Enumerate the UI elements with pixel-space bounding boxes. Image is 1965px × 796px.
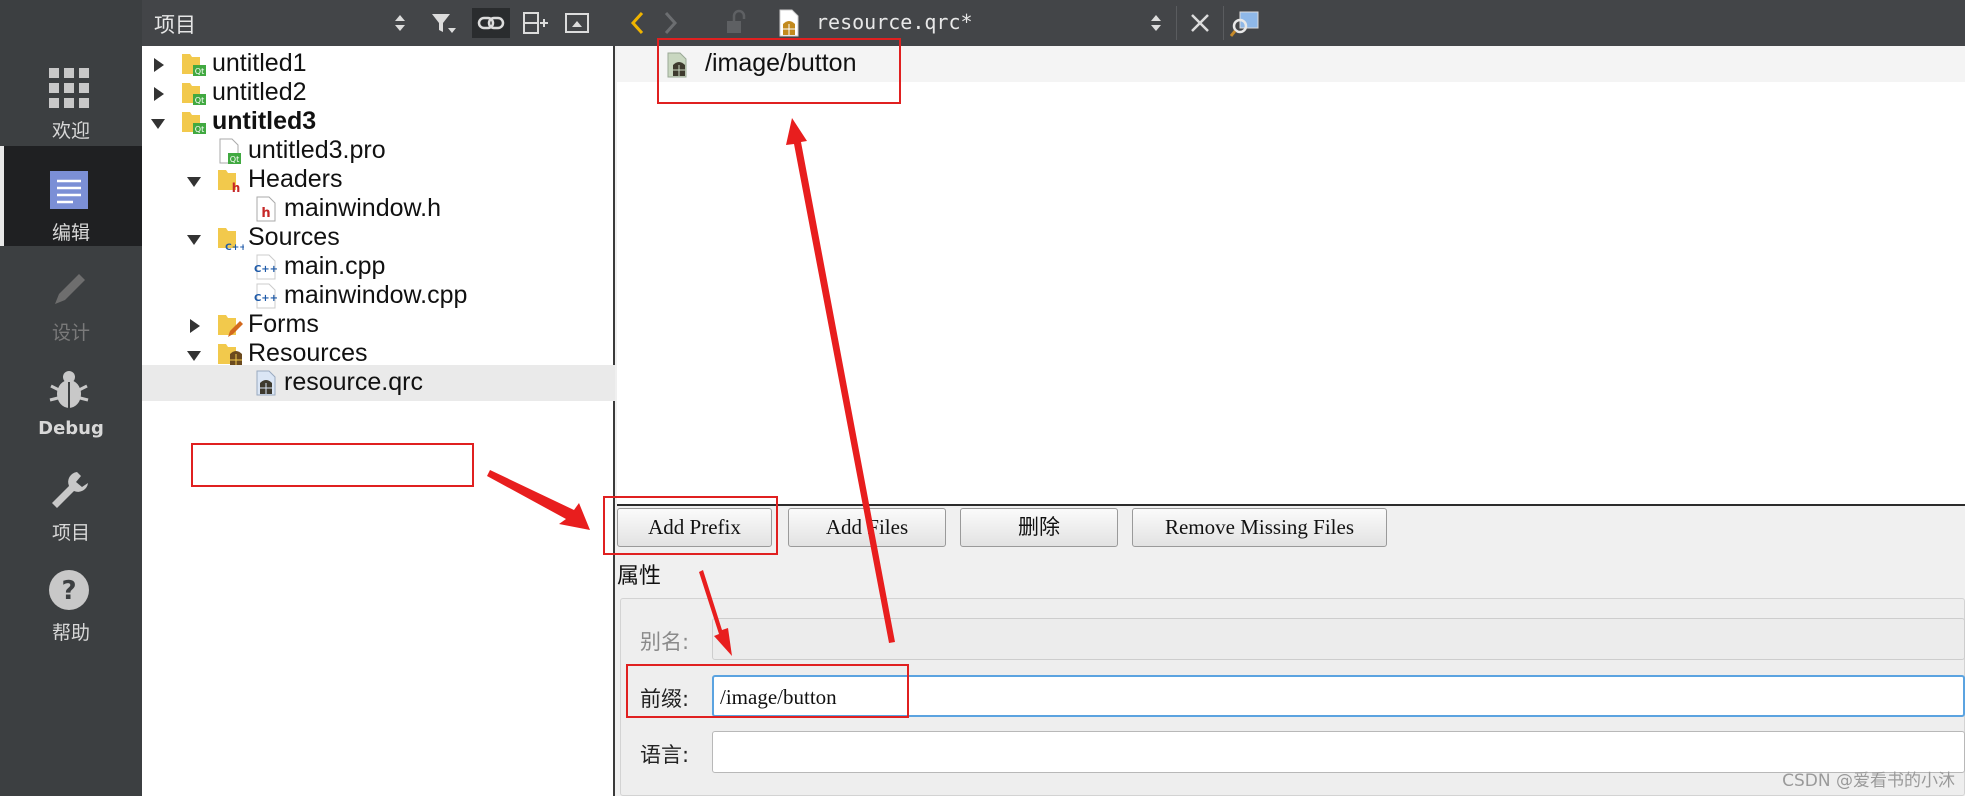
qt-project-folder-icon: Qt	[182, 112, 206, 134]
add-files-button[interactable]: Add Files	[788, 508, 946, 547]
alias-label: 别名:	[640, 630, 690, 654]
remove-missing-files-button[interactable]: Remove Missing Files	[1132, 508, 1387, 547]
annotation-box-prefix-field	[626, 664, 909, 718]
tree-item-label: untitled2	[212, 78, 307, 106]
expand-arrow-icon[interactable]	[154, 58, 164, 72]
expand-arrow-icon[interactable]	[154, 87, 164, 101]
mode-project-label: 项目	[51, 522, 90, 544]
svg-text:?: ?	[61, 576, 76, 606]
watermark: CSDN @爱看书的小沐	[1782, 771, 1955, 791]
mode-help-label: 帮助	[51, 622, 90, 644]
mode-design[interactable]: 设计	[0, 246, 142, 346]
lock-icon[interactable]	[721, 8, 751, 38]
tree-item-label: mainwindow.cpp	[284, 281, 468, 309]
tree-item-label: mainwindow.h	[284, 194, 442, 222]
mode-debug[interactable]: Debug	[0, 346, 142, 446]
mode-help[interactable]: ? 帮助	[0, 546, 142, 646]
toolbar-separator	[1223, 6, 1224, 40]
back-icon[interactable]	[627, 8, 649, 38]
mode-design-label: 设计	[51, 322, 90, 344]
mode-edit-label: 编辑	[51, 222, 90, 244]
tree-item-label: main.cpp	[284, 252, 386, 280]
sources-folder-icon: C++	[218, 228, 244, 252]
expand-arrow-icon[interactable]	[190, 319, 200, 333]
close-sidebar-icon[interactable]	[562, 8, 592, 38]
qt-project-folder-icon: Qt	[182, 83, 206, 105]
qt-project-folder-icon: Qt	[182, 54, 206, 76]
collapse-arrow-icon[interactable]	[187, 351, 201, 361]
pencil-icon	[55, 274, 85, 304]
link-icon[interactable]	[472, 8, 510, 38]
mode-project[interactable]: 项目	[0, 446, 142, 546]
tree-item-label: Sources	[248, 223, 340, 251]
alias-field[interactable]	[712, 618, 1965, 660]
svg-text:h: h	[261, 206, 270, 221]
split-view-icon[interactable]	[1230, 8, 1262, 38]
qt-pro-file-icon: Qt	[219, 138, 241, 164]
question-icon: ?	[49, 570, 89, 610]
annotation-box-resource-qrc	[191, 443, 474, 487]
wrench-icon	[52, 472, 88, 508]
tree-item-label: untitled1	[212, 49, 307, 77]
mode-debug-label: Debug	[38, 418, 104, 439]
cpp-file-icon: C++	[254, 254, 278, 280]
open-file-selector[interactable]: resource.qrc*	[816, 10, 973, 34]
forms-folder-icon	[218, 315, 243, 337]
tree-item-label: untitled3.pro	[248, 136, 386, 164]
tree-item-label: untitled3	[212, 107, 317, 135]
properties-title: 属性	[617, 564, 662, 589]
project-toolbar: 项目	[142, 0, 615, 46]
qrc-file-icon	[779, 9, 799, 37]
filter-icon[interactable]	[428, 8, 458, 38]
svg-text:C++: C++	[254, 264, 278, 275]
updown-arrows-icon[interactable]	[1146, 8, 1166, 38]
annotation-box-prefix-item	[657, 38, 901, 104]
grid-icon	[49, 68, 89, 108]
headers-folder-icon: h	[218, 170, 240, 194]
tree-item-label: resource.qrc	[284, 368, 423, 396]
tree-item-resource-qrc[interactable]: resource.qrc	[142, 365, 615, 401]
updown-arrows-icon[interactable]	[390, 8, 410, 38]
collapse-arrow-icon[interactable]	[187, 235, 201, 245]
split-add-icon[interactable]	[520, 8, 550, 38]
close-icon[interactable]	[1185, 8, 1215, 38]
mode-edit[interactable]: 编辑	[0, 146, 142, 246]
tree-item-label: Resources	[248, 339, 368, 367]
cpp-file-icon: C++	[254, 283, 278, 309]
qrc-file-icon	[256, 370, 276, 396]
mode-welcome[interactable]: 欢迎	[0, 44, 142, 144]
annotation-box-add-prefix	[603, 496, 778, 555]
project-view-selector[interactable]: 项目	[154, 9, 196, 39]
tree-item-label: Headers	[248, 165, 343, 193]
mode-sidebar: 欢迎 编辑 设计 Debug 项目 ? 帮助	[0, 0, 142, 796]
language-label: 语言:	[640, 743, 690, 767]
toolbar-separator	[1176, 6, 1177, 40]
project-tree: Qt untitled1 Qt untitled2 Qt untitled3 Q…	[142, 46, 615, 796]
language-field[interactable]	[712, 731, 1965, 773]
resource-tree: /image/button	[617, 46, 1965, 506]
collapse-arrow-icon[interactable]	[151, 119, 165, 129]
tree-item-label: Forms	[248, 310, 319, 338]
header-file-icon: h	[256, 196, 276, 222]
resources-folder-icon	[218, 344, 242, 367]
forward-icon[interactable]	[659, 8, 681, 38]
collapse-arrow-icon[interactable]	[187, 177, 201, 187]
bug-icon	[49, 371, 89, 408]
svg-text:C++: C++	[254, 293, 278, 304]
document-icon	[50, 171, 88, 209]
delete-button[interactable]: 删除	[960, 508, 1118, 547]
mode-welcome-label: 欢迎	[51, 120, 90, 142]
